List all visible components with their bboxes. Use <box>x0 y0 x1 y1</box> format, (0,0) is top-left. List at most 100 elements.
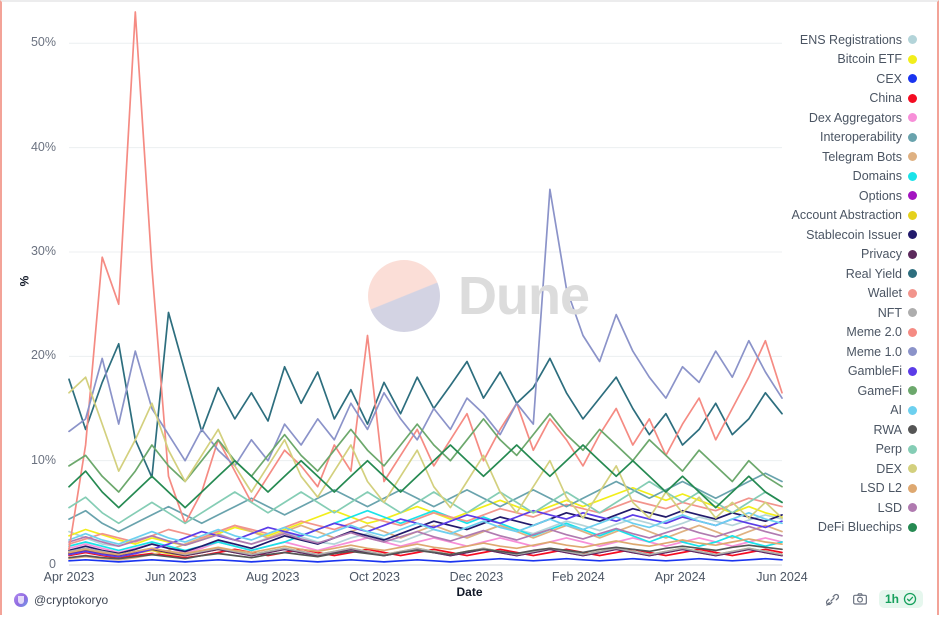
legend-color-swatch <box>908 210 917 220</box>
legend-color-swatch <box>908 405 917 415</box>
x-axis-tick-label: Aug 2023 <box>245 570 300 584</box>
chart-legend: ENS Registrations Bitcoin ETF CEX China Dex … <box>777 30 917 537</box>
legend-item[interactable]: LSD <box>777 498 917 518</box>
legend-item[interactable]: Wallet <box>777 284 917 304</box>
legend-item-label: Perp <box>875 442 902 457</box>
legend-item-label: ENS Registrations <box>799 32 902 47</box>
legend-item[interactable]: NFT <box>777 303 917 323</box>
user-avatar-icon <box>14 593 28 607</box>
legend-color-swatch <box>908 522 917 532</box>
series-line <box>68 557 783 563</box>
y-axis-tick-label: 0 <box>49 557 56 571</box>
legend-color-swatch <box>908 171 917 181</box>
x-axis-tick-label: Jun 2023 <box>145 570 197 584</box>
footer-actions: 1h <box>825 590 923 608</box>
legend-item[interactable]: Meme 2.0 <box>777 323 917 343</box>
legend-item-label: Interoperability <box>820 130 902 145</box>
legend-item[interactable]: Perp <box>777 440 917 460</box>
y-axis-tick-label: 20% <box>30 348 56 363</box>
legend-item[interactable]: AI <box>777 401 917 421</box>
legend-color-swatch <box>908 386 917 396</box>
legend-item-label: Bitcoin ETF <box>837 52 902 67</box>
footer-author: @cryptokoryo <box>14 593 108 607</box>
y-axis-tick-label: 40% <box>30 139 56 154</box>
x-axis-tick-label: Dec 2023 <box>449 570 504 584</box>
legend-item[interactable]: Real Yield <box>777 264 917 284</box>
x-axis-tick-label: Apr 2023 <box>43 570 95 584</box>
legend-color-swatch <box>908 249 917 259</box>
legend-item[interactable]: GambleFi <box>777 362 917 382</box>
x-axis-tick-label: Feb 2024 <box>551 570 605 584</box>
legend-item-label: Domains <box>852 169 902 184</box>
legend-item[interactable]: Options <box>777 186 917 206</box>
legend-item-label: Meme 2.0 <box>846 325 902 340</box>
legend-item[interactable]: Stablecoin Issuer <box>777 225 917 245</box>
y-axis-tick-label: 30% <box>30 243 56 258</box>
legend-item-label: Real Yield <box>845 266 902 281</box>
legend-color-swatch <box>908 74 917 84</box>
y-axis-label: % <box>17 275 32 287</box>
legend-item[interactable]: Domains <box>777 167 917 187</box>
legend-item-label: CEX <box>876 71 902 86</box>
legend-item-label: AI <box>890 403 902 418</box>
link-icon[interactable] <box>825 591 841 607</box>
camera-icon[interactable] <box>852 591 868 607</box>
legend-item[interactable]: Telegram Bots <box>777 147 917 167</box>
chart-frame: Dune % Date ENS Registrations Bitcoin ETF… <box>0 0 939 615</box>
legend-item[interactable]: DEX <box>777 459 917 479</box>
check-circle-icon <box>903 592 917 606</box>
y-axis-tick-label: 10% <box>30 452 56 467</box>
legend-item-label: NFT <box>877 305 902 320</box>
legend-color-swatch <box>908 269 917 279</box>
legend-color-swatch <box>908 35 917 45</box>
legend-color-swatch <box>908 230 917 240</box>
legend-item-label: RWA <box>873 422 902 437</box>
legend-item-label: Dex Aggregators <box>808 110 902 125</box>
legend-item[interactable]: GameFi <box>777 381 917 401</box>
legend-item[interactable]: DeFi Bluechips <box>777 518 917 538</box>
legend-color-swatch <box>908 327 917 337</box>
legend-item-label: China <box>869 91 902 106</box>
legend-item-label: Privacy <box>861 247 902 262</box>
x-axis-tick-label: Oct 2023 <box>349 570 400 584</box>
legend-color-swatch <box>908 483 917 493</box>
legend-item-label: LSD <box>877 500 902 515</box>
series-line <box>68 497 783 545</box>
legend-color-swatch <box>908 308 917 318</box>
legend-color-swatch <box>908 425 917 435</box>
legend-color-swatch <box>908 132 917 142</box>
series-line <box>68 188 783 467</box>
x-axis-tick-label: Jun 2024 <box>756 570 808 584</box>
legend-item[interactable]: Interoperability <box>777 128 917 148</box>
legend-color-swatch <box>908 503 917 513</box>
legend-item[interactable]: CEX <box>777 69 917 89</box>
legend-item[interactable]: Dex Aggregators <box>777 108 917 128</box>
legend-item-label: GambleFi <box>847 364 902 379</box>
legend-color-swatch <box>908 347 917 357</box>
legend-item[interactable]: China <box>777 89 917 109</box>
legend-item[interactable]: ENS Registrations <box>777 30 917 50</box>
legend-item[interactable]: RWA <box>777 420 917 440</box>
series-line <box>68 311 783 479</box>
legend-item-label: DEX <box>876 461 902 476</box>
legend-item-label: DeFi Bluechips <box>817 520 902 535</box>
legend-item[interactable]: Meme 1.0 <box>777 342 917 362</box>
legend-color-swatch <box>908 366 917 376</box>
x-axis-label: Date <box>456 585 483 599</box>
legend-item[interactable]: Account Abstraction <box>777 206 917 226</box>
legend-item-label: Wallet <box>867 286 902 301</box>
legend-color-swatch <box>908 464 917 474</box>
legend-item-label: Stablecoin Issuer <box>806 227 902 242</box>
legend-item[interactable]: Privacy <box>777 245 917 265</box>
legend-item[interactable]: LSD L2 <box>777 479 917 499</box>
legend-color-swatch <box>908 93 917 103</box>
legend-color-swatch <box>908 288 917 298</box>
legend-item[interactable]: Bitcoin ETF <box>777 50 917 70</box>
legend-item-label: Options <box>858 188 902 203</box>
author-handle: @cryptokoryo <box>34 593 109 607</box>
legend-item-label: Account Abstraction <box>791 208 902 223</box>
legend-color-swatch <box>908 191 917 201</box>
legend-item-label: Telegram Bots <box>822 149 902 164</box>
legend-color-swatch <box>908 444 917 454</box>
refresh-interval-badge[interactable]: 1h <box>878 590 923 608</box>
